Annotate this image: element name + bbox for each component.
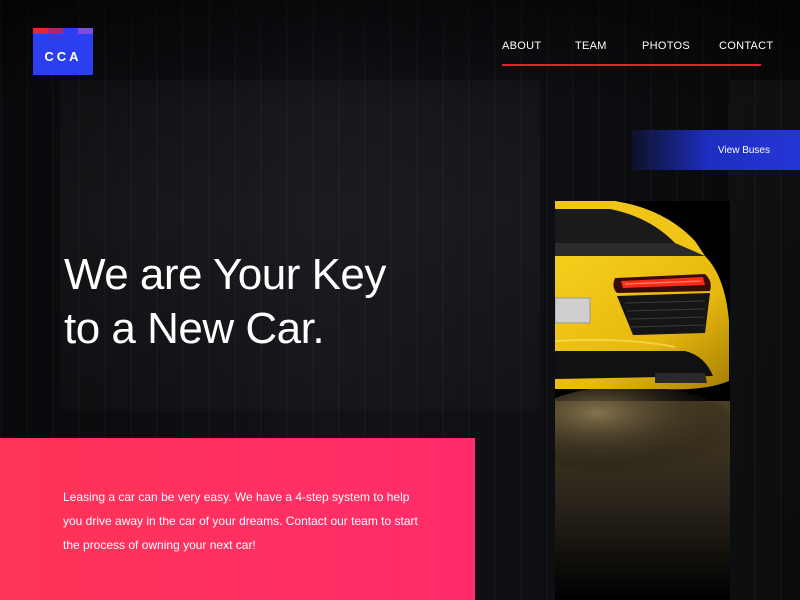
yellow-sports-car-image — [555, 201, 730, 600]
hero-line-2: to a New Car. — [64, 304, 325, 353]
car-image — [555, 201, 730, 600]
logo-text: CCA — [44, 49, 82, 64]
nav-photos[interactable]: PHOTOS — [642, 40, 690, 52]
view-buses-button[interactable]: View Buses — [632, 130, 800, 170]
view-buses-label: View Buses — [717, 144, 770, 156]
logo[interactable]: CCA — [33, 28, 93, 75]
hero-line-1: We are Your Key — [64, 250, 386, 299]
background-wall-left — [60, 80, 540, 410]
main-nav: ABOUT TEAM PHOTOS CONTACT — [502, 40, 773, 66]
nav-about[interactable]: ABOUT — [502, 40, 541, 52]
info-panel: Leasing a car can be very easy. We have … — [0, 438, 475, 600]
info-text: Leasing a car can be very easy. We have … — [63, 490, 418, 552]
nav-contact[interactable]: CONTACT — [719, 40, 773, 52]
nav-team[interactable]: TEAM — [575, 40, 607, 52]
logo-stripes — [33, 28, 93, 34]
hero-headline: We are Your Key to a New Car. — [64, 248, 504, 356]
